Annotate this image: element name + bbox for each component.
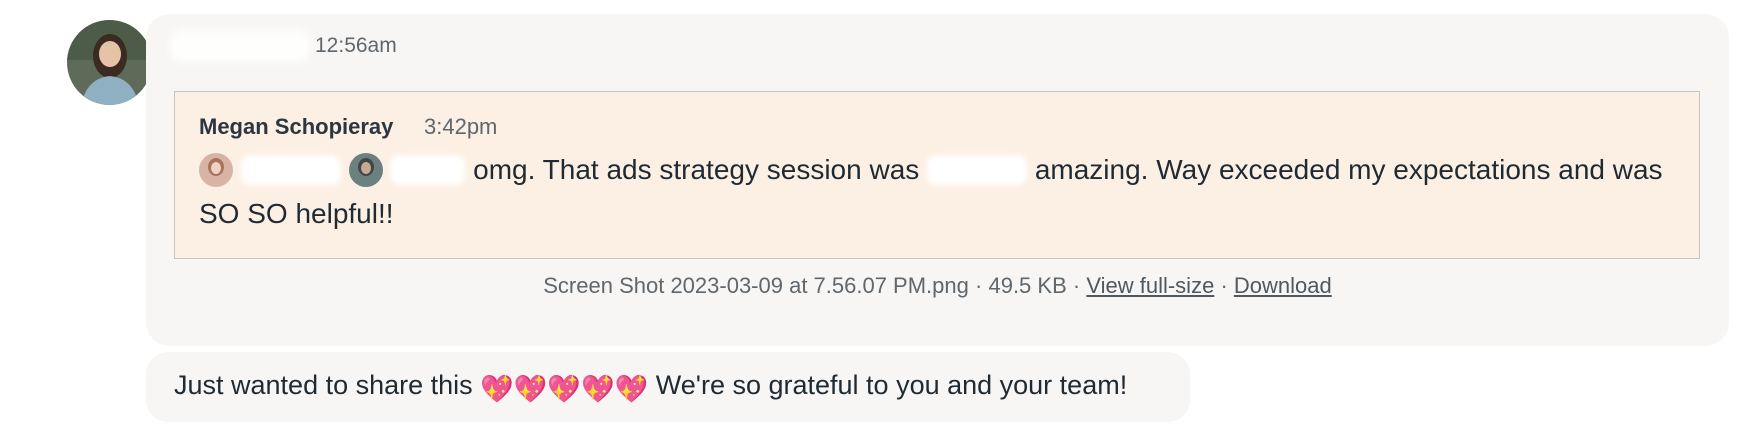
quote-time: 3:42pm — [424, 114, 498, 139]
sparkling-heart-icon: 💖💖💖💖💖 — [480, 374, 649, 404]
separator: · — [1072, 273, 1081, 298]
attachment-filename: Screen Shot 2023-03-09 at 7.56.07 PM.png — [543, 273, 969, 298]
mention-redacted-2 — [390, 155, 466, 185]
quote-author: Megan Schopieray — [199, 114, 394, 139]
reply-bubble: Just wanted to share this 💖💖💖💖💖 We're so… — [146, 352, 1190, 422]
download-link[interactable]: Download — [1234, 273, 1332, 298]
reply-text: Just wanted to share this 💖💖💖💖💖 We're so… — [174, 370, 1127, 405]
sender-name-redacted — [170, 30, 310, 62]
reply-text-before: Just wanted to share this — [174, 370, 473, 400]
mention-redacted-1 — [240, 155, 341, 185]
reply-text-after: We're so grateful to you and your team! — [655, 370, 1128, 400]
screenshot-attachment[interactable]: Megan Schopieray 3:42pm omg. That ads st… — [174, 91, 1700, 259]
message-timestamp: 12:56am — [315, 34, 397, 57]
mention-avatar-1 — [199, 153, 233, 187]
separator: · — [975, 273, 983, 298]
separator: · — [1220, 273, 1228, 298]
sender-avatar[interactable] — [67, 20, 152, 105]
attachment-info: Screen Shot 2023-03-09 at 7.56.07 PM.png… — [146, 273, 1729, 299]
quote-text: omg. That ads strategy session was amazi… — [199, 148, 1679, 236]
quote-text-part1: omg. That ads strategy session was — [473, 154, 920, 185]
mention-avatar-2 — [348, 153, 383, 187]
attachment-size: 49.5 KB — [988, 273, 1067, 298]
word-redacted — [927, 155, 1028, 185]
view-full-size-link[interactable]: View full-size — [1086, 273, 1214, 298]
